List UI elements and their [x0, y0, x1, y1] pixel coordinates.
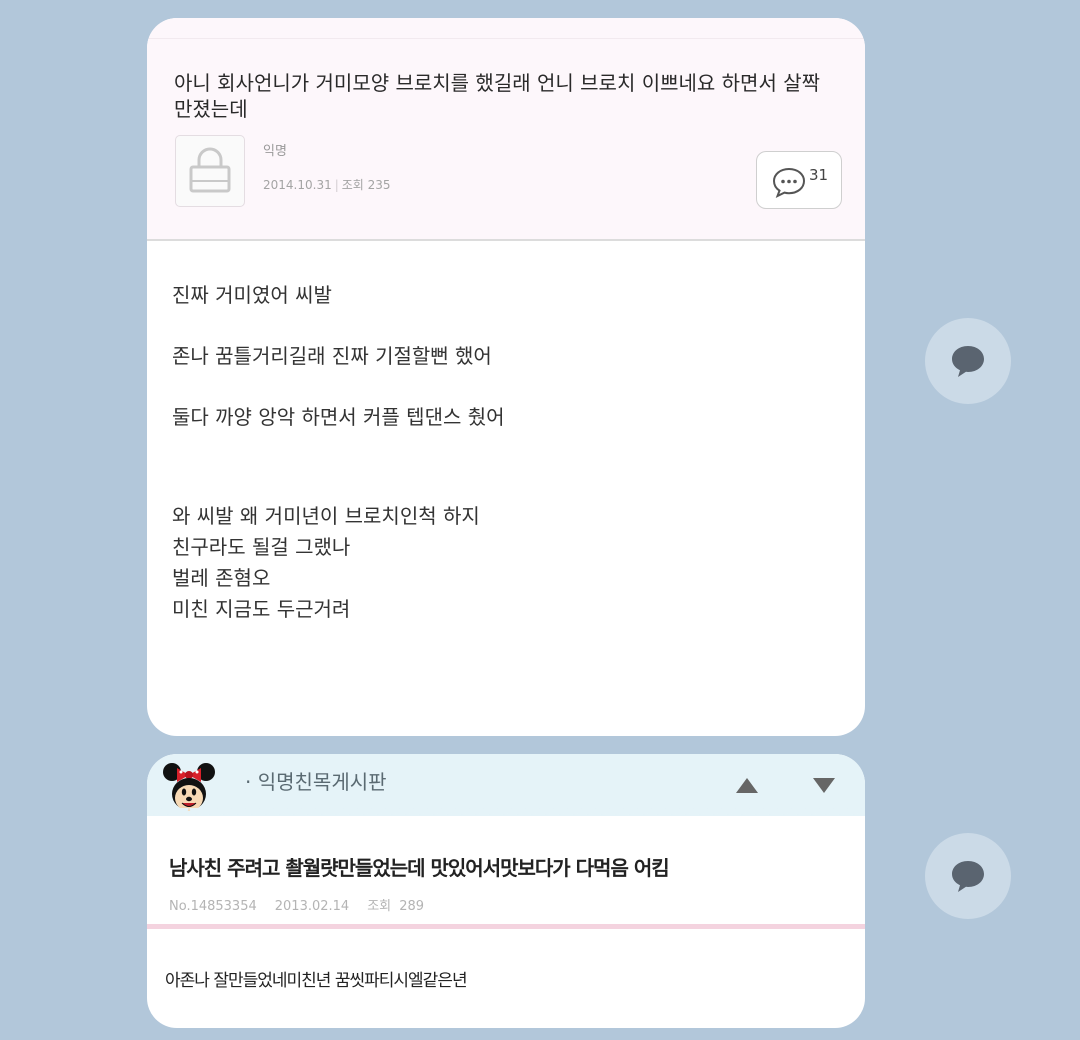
header-divider — [147, 239, 865, 241]
board-header: · 익명친목게시판 — [147, 754, 865, 816]
post-number: No.14853354 — [169, 899, 257, 914]
lock-icon — [189, 147, 231, 193]
post-meta: 2014.10.31 | 조회 235 — [263, 176, 391, 193]
body-line: 벌레 존혐오 — [172, 566, 271, 590]
post-title: 남사친 주려고 촬월럇만들었는데 맛있어서맛보다가 다먹음 어킴 — [169, 856, 670, 880]
comment-button[interactable]: 31 — [756, 151, 842, 209]
post-card-1[interactable]: 아니 회사언니가 거미모양 브로치를 했길래 언니 브로치 이쁘네요 하면서 살… — [147, 18, 865, 736]
speech-bubble-icon — [952, 861, 984, 892]
post-header: 아니 회사언니가 거미모양 브로치를 했길래 언니 브로치 이쁘네요 하면서 살… — [147, 18, 865, 240]
post-title: 아니 회사언니가 거미모양 브로치를 했길래 언니 브로치 이쁘네요 하면서 살… — [174, 71, 821, 121]
body-line: 친구라도 될걸 그랬나 — [172, 535, 351, 559]
post-meta: No.14853354 2013.02.14 조회 289 — [169, 895, 442, 914]
comment-bubble-icon — [772, 167, 806, 198]
arrow-up-icon[interactable] — [736, 778, 758, 793]
share-button[interactable] — [925, 833, 1011, 919]
meta-separator: | — [334, 178, 339, 192]
share-button[interactable] — [925, 318, 1011, 404]
body-line: 존나 꿈틀거리길래 진짜 기절할뻔 했어 — [172, 344, 492, 368]
post-date: 2013.02.14 — [274, 899, 350, 914]
speech-bubble-icon — [952, 346, 984, 377]
view-count: 조회 289 — [367, 899, 425, 914]
body-line: 와 씨발 왜 거미년이 브로치인척 하지 — [172, 504, 480, 528]
view-count: 조회 235 — [341, 178, 391, 192]
author-name[interactable]: 익명 — [263, 140, 287, 159]
post-date: 2014.10.31 — [263, 178, 332, 192]
avatar — [175, 135, 245, 207]
pink-divider — [147, 924, 865, 929]
body-line: 미친 지금도 두근거려 — [172, 597, 351, 621]
post-card-2[interactable]: · 익명친목게시판 남사친 주려고 촬월럇만들었는데 맛있어서맛보다가 다먹음 … — [147, 754, 865, 1028]
body-line: 둘다 까양 앙악 하면서 커플 텝댄스 췄어 — [172, 405, 505, 429]
comment-count: 31 — [809, 166, 829, 184]
post-body: 아존나 잘만들었네미친년 꿈씻파티시엘같은년 — [165, 971, 468, 991]
header-lace-decoration — [147, 808, 865, 822]
arrow-down-icon[interactable] — [813, 778, 835, 793]
body-line: 진짜 거미였어 씨발 — [172, 283, 332, 307]
divider — [147, 38, 865, 39]
board-title[interactable]: · 익명친목게시판 — [245, 766, 387, 795]
